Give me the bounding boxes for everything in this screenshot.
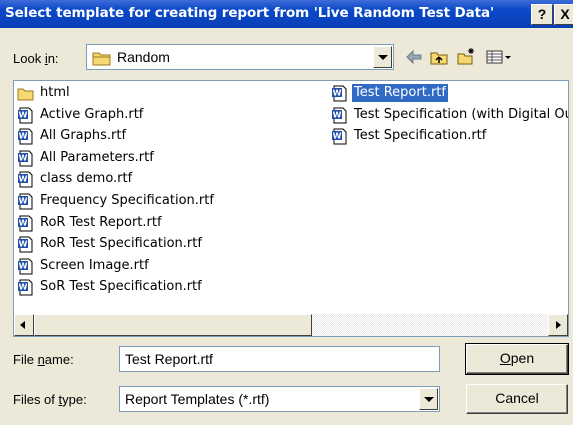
help-button[interactable]: ? (531, 4, 553, 25)
list-item[interactable]: W Test Specification (with Digital Outp (330, 106, 569, 126)
scroll-left-button[interactable] (14, 314, 34, 336)
look-in-dropdown[interactable]: Random (86, 44, 394, 70)
folder-icon (92, 52, 111, 66)
list-item[interactable]: W All Graphs.rtf (16, 127, 128, 147)
file-name: html (40, 85, 70, 100)
cancel-button[interactable]: Cancel (466, 384, 568, 414)
list-item[interactable]: W All Parameters.rtf (16, 149, 156, 169)
word-document-icon: W (332, 128, 347, 145)
svg-text:W: W (19, 175, 28, 184)
file-name: All Parameters.rtf (40, 149, 154, 165)
list-item[interactable]: W Test Specification.rtf (330, 127, 488, 147)
file-name-input[interactable]: Test Report.rtf (119, 346, 440, 372)
word-document-icon: W (332, 107, 347, 124)
up-folder-icon[interactable] (428, 47, 450, 69)
file-name: Screen Image.rtf (40, 257, 149, 273)
word-document-icon: W (18, 215, 33, 232)
word-document-icon: W (18, 236, 33, 253)
list-item[interactable]: W RoR Test Report.rtf (16, 214, 164, 234)
file-name: RoR Test Specification.rtf (40, 236, 202, 252)
list-item[interactable]: Wclass demo.rtf (16, 170, 134, 190)
svg-text:W: W (333, 110, 342, 119)
close-button[interactable]: X (554, 4, 573, 25)
file-type-dropdown-button[interactable] (419, 388, 438, 410)
file-name-label: File name: (13, 352, 74, 367)
folder-icon (17, 88, 34, 101)
look-in-label: Look in: (13, 51, 59, 66)
file-name: Test Report.rtf (352, 84, 448, 102)
svg-text:W: W (19, 218, 28, 227)
svg-text:W: W (19, 261, 28, 270)
svg-text:W: W (19, 197, 28, 206)
word-document-icon: W (18, 128, 33, 145)
arrow-right-icon (556, 321, 561, 329)
horizontal-scrollbar[interactable] (14, 314, 568, 336)
list-item[interactable]: W Active Graph.rtf (16, 106, 145, 126)
arrow-left-icon (20, 321, 25, 329)
open-button[interactable]: Open (465, 343, 569, 375)
list-item[interactable]: W SoR Test Specification.rtf (16, 278, 204, 298)
word-document-icon: W (18, 150, 33, 167)
file-name: Test Specification (with Digital Outp (354, 106, 569, 122)
chevron-down-icon (378, 55, 388, 60)
file-name: class demo.rtf (40, 171, 133, 187)
select-template-dialog: Select template for creating report from… (0, 0, 573, 425)
word-document-icon: W (332, 85, 347, 102)
svg-text:W: W (333, 132, 342, 141)
file-name: All Graphs.rtf (40, 128, 127, 144)
svg-text:W: W (19, 132, 28, 141)
word-document-icon: W (18, 279, 33, 296)
scroll-right-button[interactable] (548, 314, 568, 336)
chevron-down-icon (424, 397, 434, 402)
file-type-dropdown[interactable]: Report Templates (*.rtf) (119, 386, 440, 412)
svg-text:W: W (19, 153, 28, 162)
file-list[interactable]: html W Active Graph.rtf W All Graphs.rtf W All… (13, 80, 569, 337)
svg-text:W: W (19, 240, 28, 249)
list-item[interactable]: html (16, 84, 72, 104)
look-in-value: Random (117, 49, 170, 65)
scrollbar-thumb[interactable] (34, 314, 312, 336)
file-name: Frequency Specification.rtf (40, 193, 214, 208)
file-type-value: Report Templates (*.rtf) (125, 391, 270, 407)
file-name: Active Graph.rtf (40, 106, 144, 122)
list-item[interactable]: W Frequency Specification.rtf (16, 192, 216, 212)
title-bar[interactable]: Select template for creating report from… (0, 0, 573, 28)
new-folder-icon[interactable] (455, 47, 477, 69)
file-name: SoR Test Specification.rtf (40, 279, 202, 295)
file-name: Test Specification.rtf (354, 128, 487, 144)
back-arrow-icon[interactable] (403, 47, 425, 69)
word-document-icon: W (18, 107, 33, 124)
word-document-icon: W (18, 258, 33, 275)
word-document-icon: W (18, 193, 33, 210)
dialog-title: Select template for creating report from… (5, 5, 495, 21)
svg-text:W: W (19, 110, 28, 119)
file-name: RoR Test Report.rtf (40, 214, 162, 230)
look-in-dropdown-button[interactable] (373, 46, 392, 68)
list-item[interactable]: W RoR Test Specification.rtf (16, 235, 204, 255)
list-item[interactable]: W Screen Image.rtf (16, 257, 151, 277)
list-item[interactable]: W Test Report.rtf (330, 84, 448, 104)
files-of-type-label: Files of type: (13, 392, 87, 407)
svg-text:W: W (333, 89, 342, 98)
svg-text:W: W (19, 283, 28, 292)
word-document-icon: W (18, 171, 33, 188)
views-menu-icon[interactable] (484, 47, 514, 69)
